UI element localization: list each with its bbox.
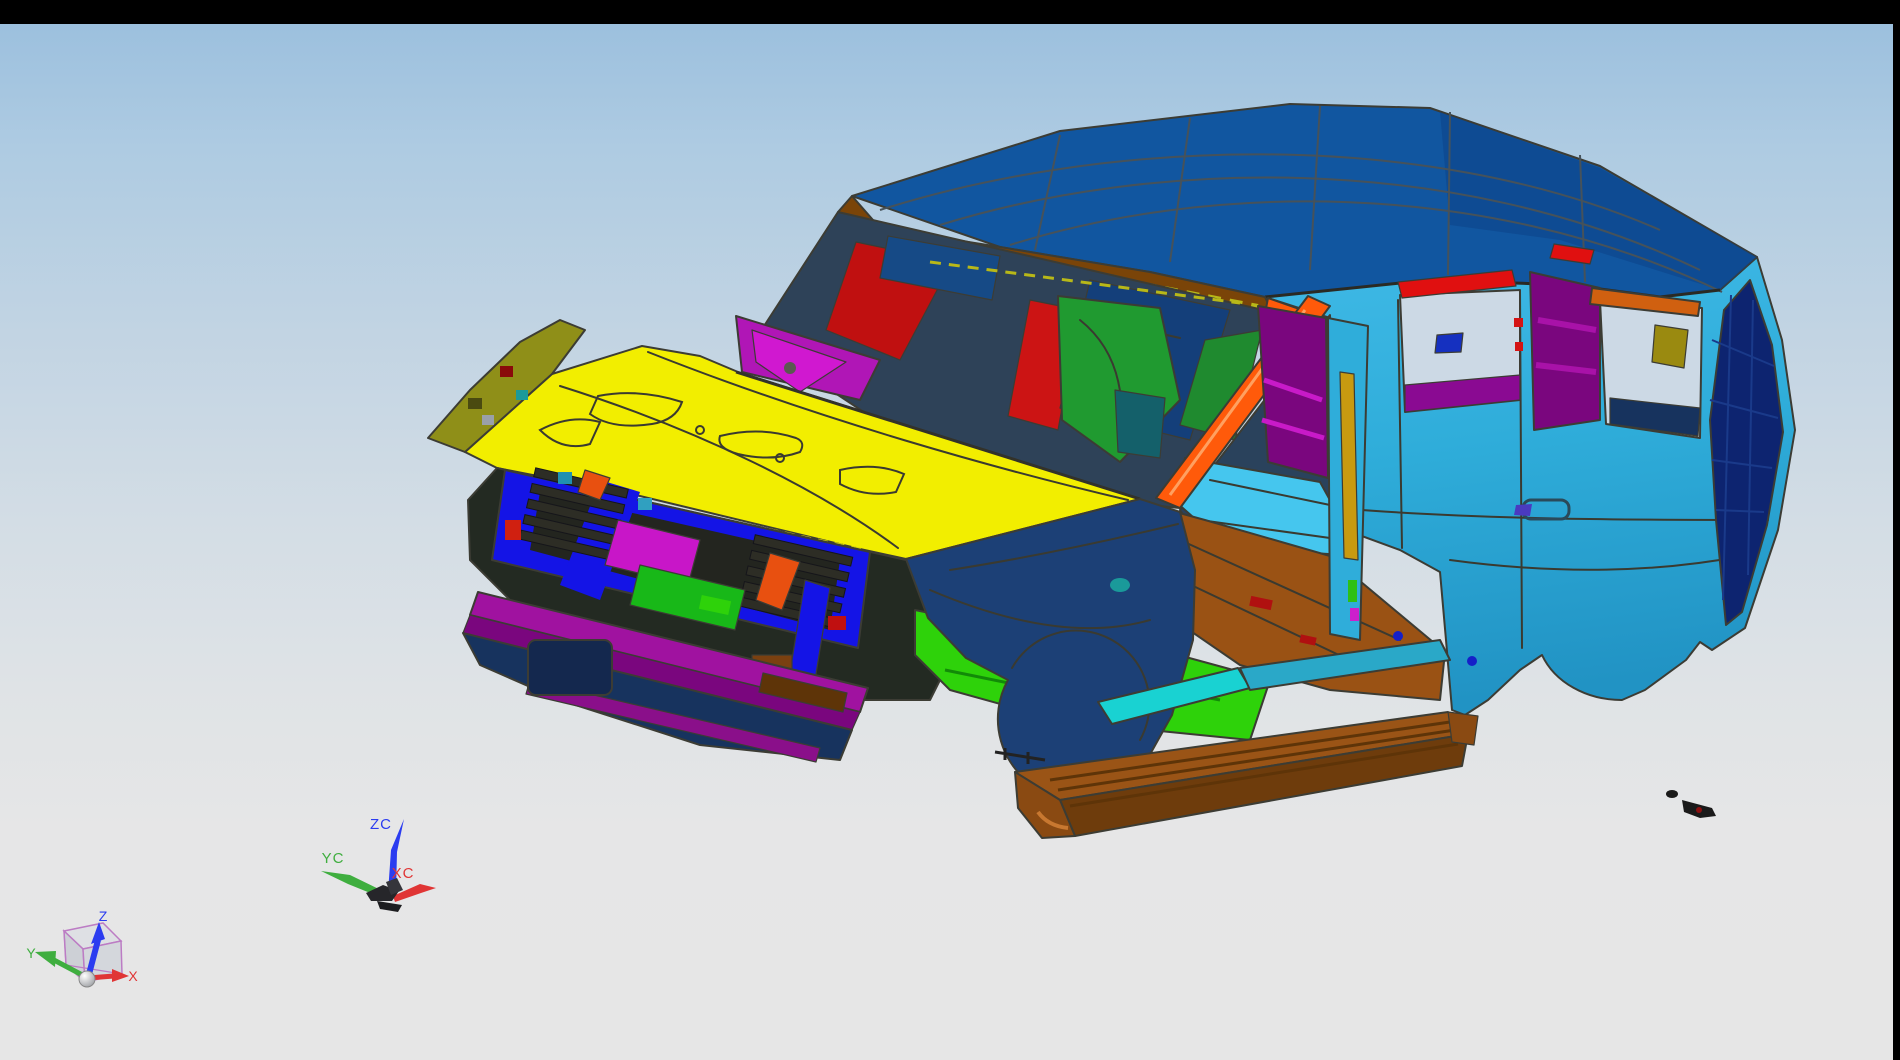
- window-bracket-blue: [1435, 333, 1463, 353]
- pillar-chip-green: [1348, 580, 1357, 602]
- loose-parts[interactable]: [1666, 790, 1716, 818]
- wcs-triad[interactable]: ZC YC XC: [321, 816, 436, 912]
- quarter-bracket: [1652, 325, 1688, 368]
- pillar-chip-magenta: [1350, 608, 1359, 621]
- wing-chip-red: [500, 366, 513, 377]
- car-body-model[interactable]: [428, 104, 1795, 838]
- datum-x-label: X: [128, 968, 138, 984]
- wcs-x-label: XC: [392, 865, 415, 882]
- wcs-z-label: ZC: [370, 816, 392, 833]
- window-right-edge-bar: [1893, 0, 1900, 1060]
- front-step-box: [528, 640, 612, 695]
- quarter-window: [1590, 288, 1702, 438]
- front-door-window: [1258, 306, 1328, 478]
- wing-chip-teal: [516, 390, 528, 400]
- cargo-interior-view: [1530, 272, 1600, 430]
- datum-z-label: Z: [99, 908, 108, 924]
- seat-structure: [1115, 390, 1165, 458]
- fender-grommet: [1110, 578, 1130, 592]
- b-pillar: [1328, 318, 1368, 640]
- window-top-bar: [0, 0, 1900, 24]
- datum-origin-ball[interactable]: [79, 971, 95, 987]
- cad-application-window: ZC YC XC Z Y X: [0, 0, 1900, 1060]
- wcs-y-label: YC: [322, 850, 345, 867]
- datum-csys-triad[interactable]: Z Y X: [26, 908, 138, 987]
- datum-y-label: Y: [26, 945, 36, 961]
- rear-door-window: [1400, 290, 1523, 412]
- cad-3d-viewport[interactable]: ZC YC XC Z Y X: [0, 0, 1900, 1060]
